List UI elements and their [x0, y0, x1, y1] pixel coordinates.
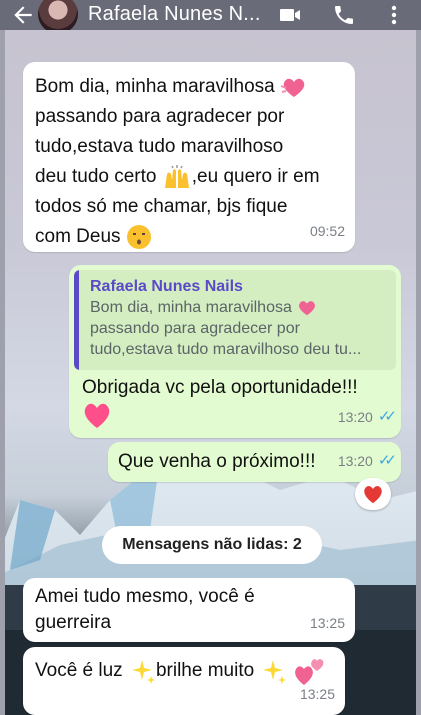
message-text: guerreira [35, 612, 112, 633]
read-ticks-icon: ✓✓ [377, 408, 397, 425]
outgoing-reply-message[interactable]: Rafaela Nunes Nails Bom dia, minha marav… [69, 265, 401, 438]
message-text: com Deus [35, 226, 121, 247]
back-arrow-icon[interactable] [10, 2, 36, 28]
unread-messages-banner: Mensagens não lidas: 2 [102, 526, 322, 564]
sparkling-heart-icon [299, 301, 316, 316]
raising-hands-icon [164, 164, 189, 188]
left-edge [0, 30, 5, 715]
quoted-message[interactable]: Rafaela Nunes Nails Bom dia, minha marav… [74, 270, 396, 370]
heart-reaction[interactable] [355, 478, 391, 510]
quote-text: tudo,estava tudo maravilhoso deu tu... [90, 341, 362, 358]
incoming-message[interactable]: Amei tudo mesmo, você é guerreira 13:25 [23, 578, 355, 642]
video-call-icon[interactable] [277, 3, 303, 27]
message-text: Obrigada vc pela oportunidade!!! [82, 377, 358, 398]
message-text: Você é luz [35, 660, 123, 682]
quote-text: passando para agradecer por [90, 320, 300, 337]
incoming-message[interactable]: Bom dia, minha maravilhosa passando para… [23, 62, 355, 252]
right-edge [416, 30, 421, 715]
message-text: todos só me chamar, bjs fique [35, 196, 288, 217]
kissing-face-icon [126, 224, 151, 249]
message-text: ,eu quero ir em [191, 166, 320, 187]
message-time: 13:20 ✓✓ [338, 402, 397, 432]
message-text: Bom dia, minha maravilhosa [35, 76, 275, 97]
quote-text: Bom dia, minha maravilhosa [90, 299, 292, 316]
sparkles-icon [263, 660, 287, 684]
message-text: brilhe muito [155, 660, 255, 682]
outgoing-message[interactable]: Que venha o próximo!!! 13:20 ✓✓ [108, 442, 401, 482]
message-text: tudo,estava tudo maravilhoso [35, 136, 284, 157]
chat-header: Rafaela Nunes N... [0, 0, 421, 34]
red-heart-icon [364, 485, 382, 504]
quote-author: Rafaela Nunes Nails [90, 278, 243, 295]
message-text: deu tudo certo [35, 166, 157, 187]
message-time: 13:25 [299, 686, 335, 702]
contact-name[interactable]: Rafaela Nunes N... [88, 3, 261, 26]
read-ticks-icon: ✓✓ [377, 452, 397, 469]
phone-icon[interactable] [331, 3, 357, 27]
sparkling-heart-icon [280, 78, 305, 97]
incoming-message[interactable]: Você é luz brilhe muito 13:25 [23, 647, 345, 715]
message-time: 09:52 [309, 223, 345, 239]
message-time: 13:20 ✓✓ [338, 446, 397, 476]
message-time: 13:25 [309, 615, 345, 631]
message-text: passando para agradecer por [35, 106, 285, 127]
sparkles-icon [131, 660, 155, 684]
more-vert-icon[interactable] [381, 3, 407, 27]
message-text: Amei tudo mesmo, você é [35, 586, 255, 607]
avatar[interactable] [38, 0, 78, 34]
message-text: Que venha o próximo!!! [118, 451, 316, 472]
pink-heart-icon [84, 403, 110, 428]
